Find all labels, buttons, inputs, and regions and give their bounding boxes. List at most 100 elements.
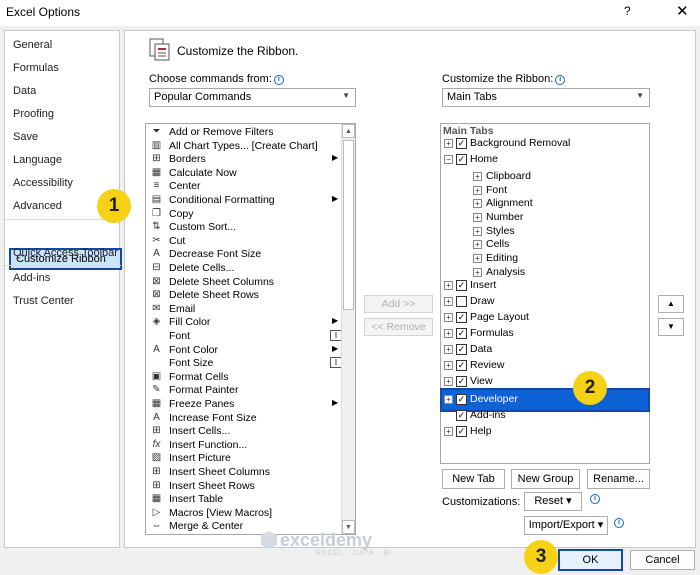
rename-button[interactable]: Rename... bbox=[587, 469, 650, 489]
add-button[interactable]: Add >> bbox=[364, 295, 433, 313]
list-item[interactable]: ⊞ Insert Sheet Rows bbox=[150, 480, 335, 493]
expand-icon[interactable]: + bbox=[473, 213, 482, 222]
nav-quick-access-toolbar[interactable]: Quick Access Toolbar bbox=[13, 247, 118, 259]
list-item[interactable]: ⊞ Insert Sheet Columns bbox=[150, 466, 335, 479]
list-item[interactable]: ≡ Center bbox=[150, 180, 335, 193]
sort-icon: ⇅ bbox=[152, 221, 161, 233]
checkbox-unchecked[interactable] bbox=[456, 296, 467, 307]
move-down-button[interactable]: ▼ bbox=[658, 318, 684, 336]
expand-icon[interactable]: + bbox=[444, 361, 453, 370]
list-item[interactable]: Font Size I bbox=[150, 357, 342, 370]
new-group-button[interactable]: New Group bbox=[511, 469, 580, 489]
nav-language[interactable]: Language bbox=[13, 154, 62, 166]
expand-icon[interactable]: + bbox=[444, 281, 453, 290]
cancel-button[interactable]: Cancel bbox=[630, 550, 695, 570]
options-sidebar: General Formulas Data Proofing Save Lang… bbox=[4, 30, 122, 548]
list-item[interactable]: ▦ Calculate Now bbox=[150, 167, 335, 180]
help-button[interactable]: ? bbox=[624, 4, 631, 18]
nav-save[interactable]: Save bbox=[13, 131, 38, 143]
list-item[interactable]: ▥ All Chart Types... [Create Chart] bbox=[150, 140, 335, 153]
import-export-button[interactable]: Import/Export ▾ bbox=[524, 516, 608, 535]
tree-item-label: Number bbox=[486, 211, 524, 223]
email-icon: ✉ bbox=[152, 302, 161, 314]
list-item[interactable]: ⊠ Delete Sheet Columns bbox=[150, 276, 335, 289]
checkbox-checked[interactable]: ✓ bbox=[456, 280, 467, 291]
scroll-up-icon[interactable]: ▲ bbox=[342, 124, 355, 138]
list-item[interactable]: ⊟ Delete Cells... bbox=[150, 262, 335, 275]
nav-trust-center[interactable]: Trust Center bbox=[13, 295, 74, 307]
list-item[interactable]: ▷ Macros [View Macros] bbox=[150, 507, 335, 520]
nav-general[interactable]: General bbox=[13, 39, 52, 51]
borders-icon: ⊞ bbox=[152, 153, 161, 165]
list-item[interactable]: ▤ Conditional Formatting ▶ bbox=[150, 194, 338, 207]
list-item[interactable]: ⊞ Borders ▶ bbox=[150, 153, 338, 166]
list-item[interactable]: ⇅ Custom Sort... bbox=[150, 221, 335, 234]
list-item[interactable]: A Increase Font Size bbox=[150, 412, 335, 425]
reset-button[interactable]: Reset ▾ bbox=[524, 492, 582, 511]
scroll-thumb[interactable] bbox=[343, 140, 354, 310]
list-item[interactable]: ✎ Format Painter bbox=[150, 384, 335, 397]
nav-data[interactable]: Data bbox=[13, 85, 36, 97]
list-item[interactable]: ▨ Insert Picture bbox=[150, 452, 335, 465]
list-item[interactable]: ▦ Freeze Panes ▶ bbox=[150, 398, 338, 411]
checkbox-checked[interactable]: ✓ bbox=[456, 360, 467, 371]
list-item[interactable]: A Decrease Font Size bbox=[150, 248, 335, 261]
expand-icon[interactable]: + bbox=[473, 254, 482, 263]
function-icon: fx bbox=[152, 438, 161, 450]
list-item[interactable]: Font I bbox=[150, 330, 342, 343]
list-item[interactable]: ▣ Format Cells bbox=[150, 371, 335, 384]
commands-scrollbar[interactable]: ▲ ▼ bbox=[341, 124, 355, 534]
nav-add-ins[interactable]: Add-ins bbox=[13, 272, 50, 284]
ok-button[interactable]: OK bbox=[558, 549, 623, 571]
nav-formulas[interactable]: Formulas bbox=[13, 62, 59, 74]
list-item[interactable]: ✉ Email bbox=[150, 303, 335, 316]
commands-list[interactable]: ⏷ Add or Remove Filters ▥ All Chart Types.… bbox=[145, 123, 356, 535]
remove-button[interactable]: << Remove bbox=[364, 318, 433, 336]
checkbox-checked[interactable]: ✓ bbox=[456, 328, 467, 339]
expand-icon[interactable]: + bbox=[473, 186, 482, 195]
expand-icon[interactable]: + bbox=[473, 240, 482, 249]
choose-commands-dropdown[interactable]: Popular Commands ▼ bbox=[149, 88, 356, 107]
checkbox-checked[interactable]: ✓ bbox=[456, 426, 467, 437]
list-item[interactable]: fx Insert Function... bbox=[150, 439, 335, 452]
collapse-icon[interactable]: − bbox=[444, 155, 453, 164]
list-item[interactable]: ⊠ Delete Sheet Rows bbox=[150, 289, 335, 302]
checkbox-checked[interactable]: ✓ bbox=[456, 376, 467, 387]
checkbox-checked[interactable]: ✓ bbox=[456, 410, 467, 421]
list-item[interactable]: ⏷ Add or Remove Filters bbox=[150, 126, 335, 139]
expand-icon[interactable]: + bbox=[473, 199, 482, 208]
list-item[interactable]: ▦ Insert Table bbox=[150, 493, 335, 506]
expand-icon[interactable]: + bbox=[473, 268, 482, 277]
nav-accessibility[interactable]: Accessibility bbox=[13, 177, 73, 189]
list-item[interactable]: ❐ Copy bbox=[150, 208, 335, 221]
customize-ribbon-dropdown[interactable]: Main Tabs ▼ bbox=[442, 88, 650, 107]
checkbox-checked[interactable]: ✓ bbox=[456, 312, 467, 323]
expand-icon[interactable]: + bbox=[444, 313, 453, 322]
checkbox-checked[interactable]: ✓ bbox=[456, 344, 467, 355]
expand-icon[interactable]: + bbox=[444, 329, 453, 338]
expand-icon[interactable]: + bbox=[444, 377, 453, 386]
close-button[interactable]: ✕ bbox=[676, 2, 689, 20]
expand-icon[interactable]: + bbox=[444, 297, 453, 306]
nav-advanced[interactable]: Advanced bbox=[13, 200, 62, 212]
window-title: Excel Options bbox=[6, 5, 81, 19]
expand-icon[interactable]: + bbox=[444, 395, 453, 404]
checkbox-checked[interactable]: ✓ bbox=[456, 138, 467, 149]
new-tab-button[interactable]: New Tab bbox=[442, 469, 505, 489]
watermark-subtitle: EXCEL · DATA · BI bbox=[316, 550, 392, 557]
checkbox-checked[interactable]: ✓ bbox=[456, 394, 467, 405]
tree-item-label: Analysis bbox=[486, 266, 526, 278]
checkbox-checked[interactable]: ✓ bbox=[456, 154, 467, 165]
expand-icon[interactable]: + bbox=[473, 172, 482, 181]
increase-font-icon: A bbox=[153, 411, 160, 423]
list-item[interactable]: A Font Color ▶ bbox=[150, 344, 338, 357]
list-item[interactable]: ✂ Cut bbox=[150, 235, 335, 248]
list-item[interactable]: ⊞ Insert Cells... bbox=[150, 425, 335, 438]
list-item[interactable]: ◈ Fill Color ▶ bbox=[150, 316, 339, 329]
nav-proofing[interactable]: Proofing bbox=[13, 108, 54, 120]
expand-icon[interactable]: + bbox=[444, 427, 453, 436]
move-up-button[interactable]: ▲ bbox=[658, 295, 684, 313]
expand-icon[interactable]: + bbox=[473, 227, 482, 236]
expand-icon[interactable]: + bbox=[444, 345, 453, 354]
expand-icon[interactable]: + bbox=[444, 139, 453, 148]
